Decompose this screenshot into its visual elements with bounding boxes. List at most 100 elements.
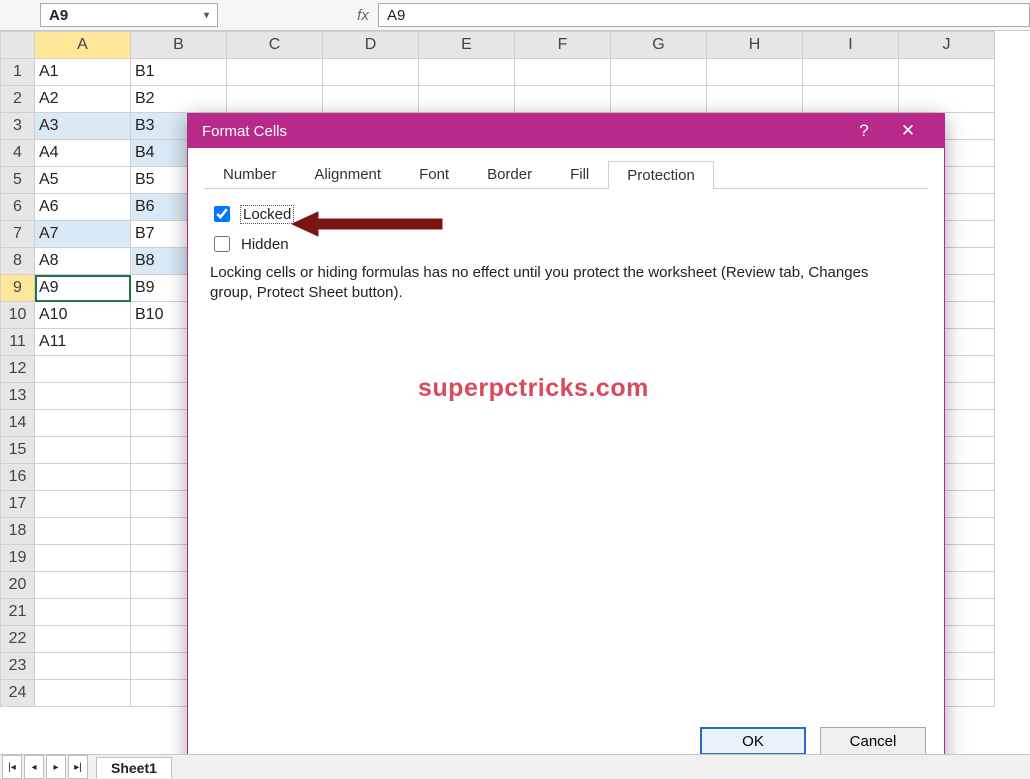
locked-option[interactable]: Locked	[210, 203, 922, 225]
cell[interactable]: A8	[35, 248, 131, 275]
row-header[interactable]: 7	[1, 221, 35, 248]
cell[interactable]	[35, 680, 131, 707]
cancel-button[interactable]: Cancel	[820, 727, 926, 755]
cell[interactable]	[611, 86, 707, 113]
cell[interactable]: B1	[131, 59, 227, 86]
sheet-tab-active[interactable]: Sheet1	[96, 757, 172, 778]
cell[interactable]: A2	[35, 86, 131, 113]
row-header[interactable]: 11	[1, 329, 35, 356]
cell[interactable]	[35, 626, 131, 653]
cell[interactable]	[323, 86, 419, 113]
cell[interactable]	[227, 59, 323, 86]
row-header[interactable]: 23	[1, 653, 35, 680]
dropdown-icon[interactable]: ▾	[204, 10, 209, 21]
cell[interactable]	[899, 86, 995, 113]
cell[interactable]	[35, 599, 131, 626]
row-header[interactable]: 6	[1, 194, 35, 221]
cell[interactable]	[419, 59, 515, 86]
row-header[interactable]: 17	[1, 491, 35, 518]
cell[interactable]	[899, 59, 995, 86]
row-header[interactable]: 13	[1, 383, 35, 410]
column-header-A[interactable]: A	[35, 32, 131, 59]
tab-font[interactable]: Font	[400, 160, 468, 188]
cell[interactable]	[227, 86, 323, 113]
row-header[interactable]: 20	[1, 572, 35, 599]
cell[interactable]	[803, 86, 899, 113]
hidden-option[interactable]: Hidden	[210, 233, 922, 255]
ok-button[interactable]: OK	[700, 727, 806, 755]
row-header[interactable]: 8	[1, 248, 35, 275]
row-header[interactable]: 19	[1, 545, 35, 572]
cell[interactable]: A1	[35, 59, 131, 86]
fx-icon[interactable]: fx	[348, 7, 378, 24]
cell[interactable]: A10	[35, 302, 131, 329]
tab-alignment[interactable]: Alignment	[295, 160, 400, 188]
column-header-J[interactable]: J	[899, 32, 995, 59]
sheet-nav-button[interactable]: |◂	[2, 755, 22, 779]
cell[interactable]: B2	[131, 86, 227, 113]
column-header-F[interactable]: F	[515, 32, 611, 59]
cell[interactable]	[611, 59, 707, 86]
sheet-nav-button[interactable]: ◂	[24, 755, 44, 779]
row-header[interactable]: 15	[1, 437, 35, 464]
cell[interactable]: A4	[35, 140, 131, 167]
row-header[interactable]: 9	[1, 275, 35, 302]
cell[interactable]	[35, 572, 131, 599]
row-header[interactable]: 12	[1, 356, 35, 383]
cell[interactable]	[419, 86, 515, 113]
row-header[interactable]: 1	[1, 59, 35, 86]
dialog-titlebar[interactable]: Format Cells ? ✕	[188, 114, 944, 148]
tab-border[interactable]: Border	[468, 160, 551, 188]
cell[interactable]	[35, 545, 131, 572]
cell[interactable]: A11	[35, 329, 131, 356]
tab-fill[interactable]: Fill	[551, 160, 608, 188]
row-header[interactable]: 10	[1, 302, 35, 329]
tab-number[interactable]: Number	[204, 160, 295, 188]
name-box[interactable]: A9 ▾	[40, 3, 218, 27]
tab-protection[interactable]: Protection	[608, 161, 714, 189]
locked-checkbox[interactable]	[214, 206, 230, 222]
cell[interactable]	[35, 410, 131, 437]
row-header[interactable]: 5	[1, 167, 35, 194]
sheet-nav-button[interactable]: ▸	[46, 755, 66, 779]
column-header-E[interactable]: E	[419, 32, 515, 59]
cell[interactable]: A9	[35, 275, 131, 302]
cell[interactable]	[35, 653, 131, 680]
column-header-B[interactable]: B	[131, 32, 227, 59]
row-header[interactable]: 4	[1, 140, 35, 167]
row-header[interactable]: 14	[1, 410, 35, 437]
cell[interactable]	[707, 86, 803, 113]
formula-input[interactable]: A9	[378, 3, 1030, 27]
row-header[interactable]: 2	[1, 86, 35, 113]
cell[interactable]	[515, 86, 611, 113]
column-header-H[interactable]: H	[707, 32, 803, 59]
cell[interactable]: A5	[35, 167, 131, 194]
row-header[interactable]: 24	[1, 680, 35, 707]
cell[interactable]	[35, 518, 131, 545]
column-header-D[interactable]: D	[323, 32, 419, 59]
row-header[interactable]: 22	[1, 626, 35, 653]
hidden-checkbox[interactable]	[214, 236, 230, 252]
cell[interactable]: A7	[35, 221, 131, 248]
column-header-G[interactable]: G	[611, 32, 707, 59]
cell[interactable]	[35, 383, 131, 410]
row-header[interactable]: 16	[1, 464, 35, 491]
row-header[interactable]: 21	[1, 599, 35, 626]
cell[interactable]	[323, 59, 419, 86]
cell[interactable]	[515, 59, 611, 86]
cell[interactable]	[35, 437, 131, 464]
cell[interactable]	[35, 491, 131, 518]
cell[interactable]: A3	[35, 113, 131, 140]
cell[interactable]	[35, 356, 131, 383]
cell[interactable]	[35, 464, 131, 491]
help-button[interactable]: ?	[842, 114, 886, 148]
column-header-C[interactable]: C	[227, 32, 323, 59]
close-button[interactable]: ✕	[886, 114, 930, 148]
row-header[interactable]: 18	[1, 518, 35, 545]
column-header-I[interactable]: I	[803, 32, 899, 59]
row-header[interactable]: 3	[1, 113, 35, 140]
cell[interactable]: A6	[35, 194, 131, 221]
sheet-nav-button[interactable]: ▸|	[68, 755, 88, 779]
cell[interactable]	[707, 59, 803, 86]
cell[interactable]	[803, 59, 899, 86]
